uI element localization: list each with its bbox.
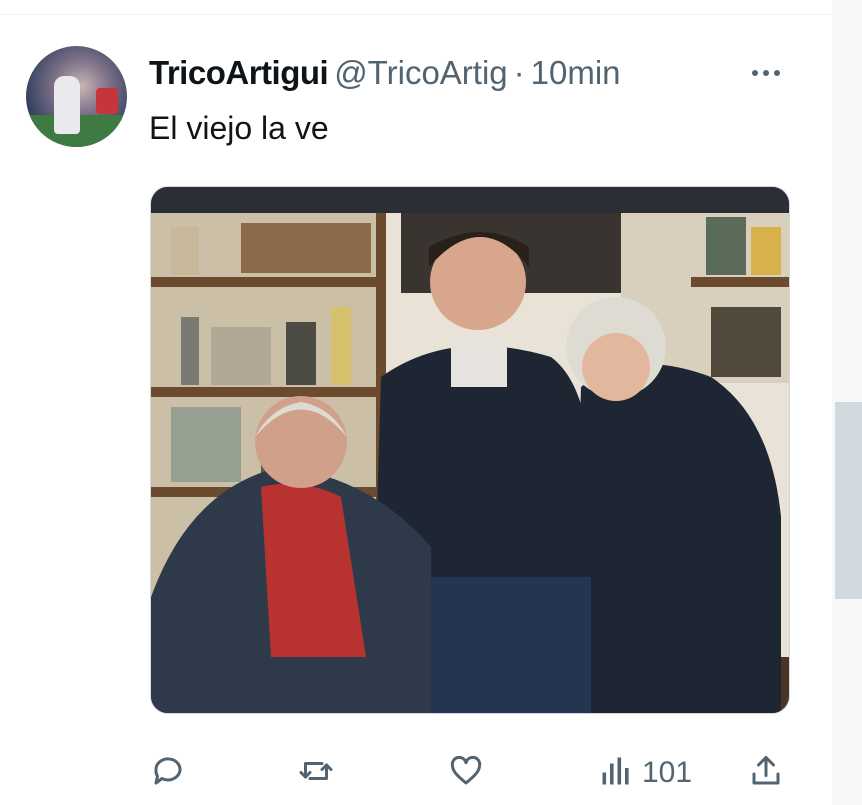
retweet-button[interactable]: [298, 748, 334, 798]
retweet-icon: [298, 753, 334, 794]
analytics-icon: [598, 753, 634, 794]
user-handle[interactable]: @TricoArtig: [334, 54, 507, 92]
reply-icon: [150, 753, 186, 794]
more-horizontal-icon[interactable]: [746, 53, 786, 93]
avatar-detail: [96, 88, 118, 114]
tweet-text: El viejo la ve: [149, 110, 329, 146]
photo-illustration: [151, 187, 789, 713]
views-button[interactable]: 101: [598, 748, 692, 798]
avatar-player: [54, 76, 80, 134]
separator-dot: ·: [513, 54, 525, 91]
tweet-actions: 101: [150, 748, 788, 798]
tweet-photo[interactable]: [150, 186, 790, 714]
display-name[interactable]: TricoArtigui: [149, 54, 328, 92]
views-count: 101: [642, 756, 693, 789]
tweet-header: TricoArtigui @TricoArtig · 10min: [149, 53, 621, 93]
timeline-divider: [0, 0, 832, 15]
like-button[interactable]: [448, 748, 484, 798]
heart-icon: [448, 753, 484, 794]
share-button[interactable]: [748, 748, 784, 798]
share-icon: [748, 753, 784, 794]
scrollbar-thumb[interactable]: [835, 402, 862, 599]
avatar[interactable]: [26, 46, 127, 147]
tweet-timestamp[interactable]: 10min: [531, 54, 621, 92]
reply-button[interactable]: [150, 748, 186, 798]
